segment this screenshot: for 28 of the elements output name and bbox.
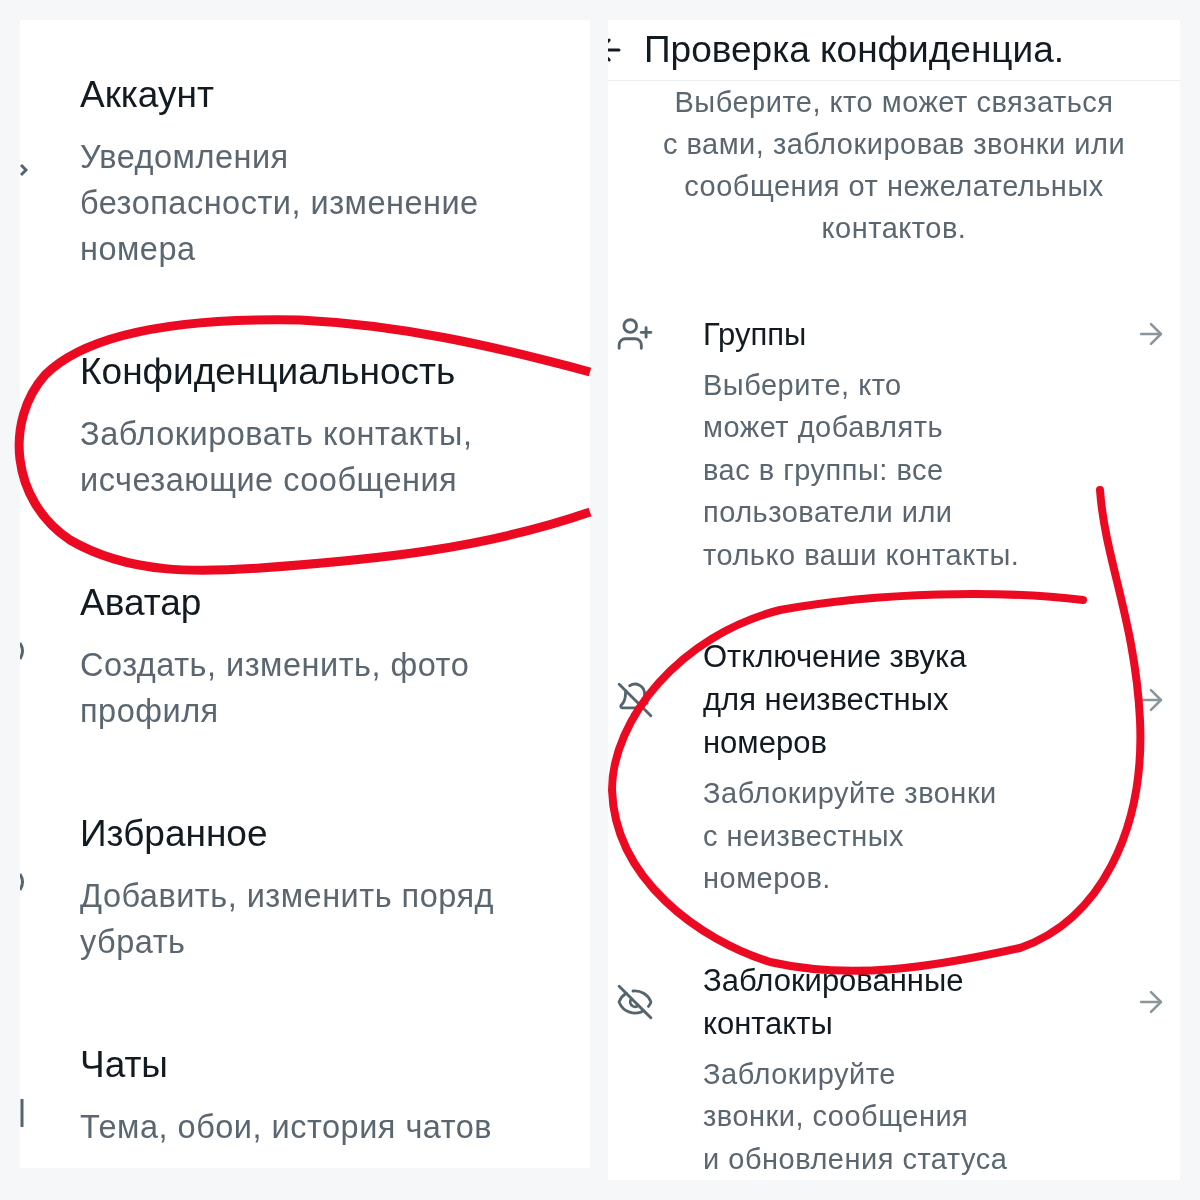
setting-title[interactable]: Чаты <box>80 1042 168 1088</box>
screen-title: Проверка конфиденциа. <box>644 28 1065 72</box>
privacy-option[interactable]: Группы Выберите, кто может добавлять вас в группы: все пользователи или только ваши контакты. <box>608 312 1180 576</box>
option-description: Заблокируйте звонки с неизвестных номеров. <box>702 776 998 896</box>
setting-description: Добавить, изменить поряд убрать <box>80 877 496 962</box>
intro-text: Выберите, кто может связаться с вами, заблокировав звонки или сообщения от нежелательных контактов. <box>661 84 1127 246</box>
setting-title[interactable]: Конфиденциальность <box>80 349 456 395</box>
partial-icon <box>20 873 25 891</box>
partial-icon <box>20 1098 25 1128</box>
privacy-option[interactable]: Отключение звука для неизвестных номеров Заблокируйте звонки с неизвестных номеров. <box>608 635 1180 900</box>
person-add-icon <box>616 315 654 353</box>
option-title: Отключение звука для неизвестных номеров <box>703 638 968 762</box>
eye-off-icon <box>616 982 654 1021</box>
setting-description: Тема, обои, история чатов <box>80 1108 494 1147</box>
option-description: Заблокируйте звонки, сообщения и обновления статуса <box>702 1056 1009 1177</box>
option-title: Группы <box>703 315 808 354</box>
setting-title[interactable]: Избранное <box>80 811 268 857</box>
option-title: Заблокированные контакты <box>703 961 965 1043</box>
option-description: Выберите, кто может добавлять вас в группы: все пользователи или только ваши контакты. <box>702 367 1021 573</box>
privacy-option[interactable]: Заблокированные контакты Заблокируйте звонки, сообщения и обновления статуса <box>608 958 1180 1180</box>
chevron-icon <box>20 164 28 176</box>
setting-description: Заблокировать контакты, исчезающие сообщения <box>80 415 474 500</box>
setting-description: Уведомления безопасности, изменение номера <box>80 138 480 269</box>
setting-title[interactable]: Аккаунт <box>80 72 214 118</box>
setting-description: Создать, изменить, фото профиля <box>80 646 471 731</box>
setting-title[interactable]: Аватар <box>80 580 202 626</box>
partial-icon <box>20 642 25 660</box>
bell-off-icon <box>616 680 654 719</box>
